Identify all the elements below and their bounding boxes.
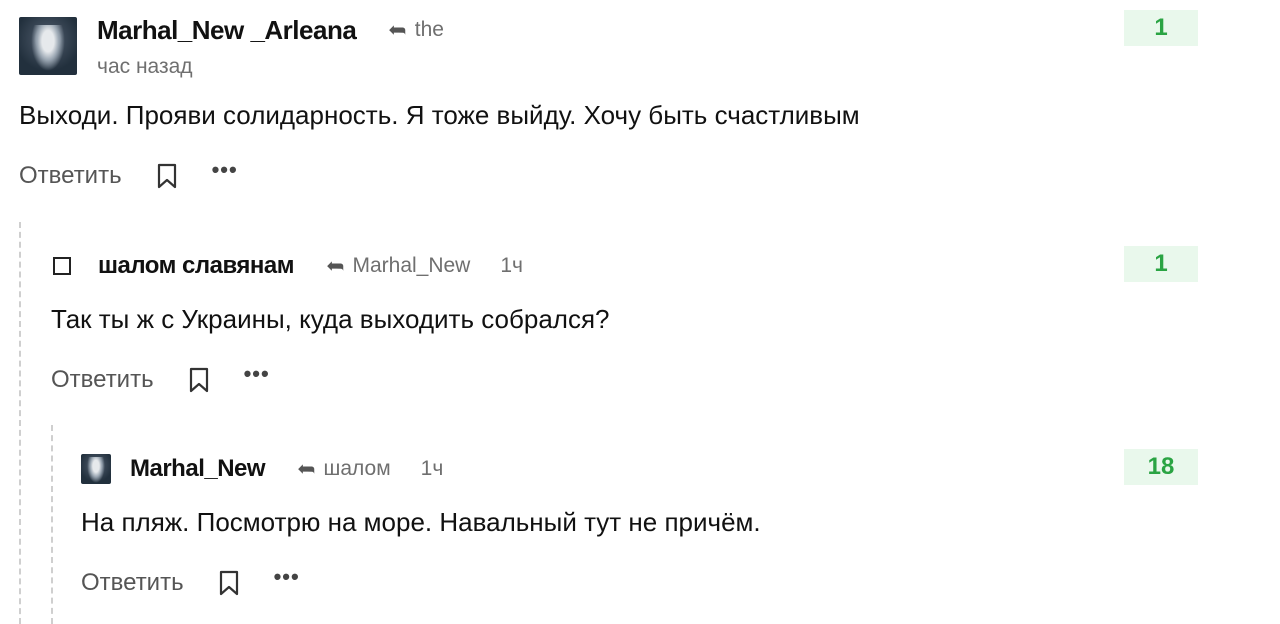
reply-to-name: Marhal_New	[352, 254, 471, 277]
comment-actions: Ответить •••	[19, 159, 238, 192]
username[interactable]: Marhal_New	[130, 455, 266, 483]
bookmark-icon[interactable]	[188, 367, 210, 393]
more-options-icon[interactable]: •••	[274, 566, 300, 588]
score-badge: 1	[1124, 246, 1198, 282]
reply-to[interactable]: ➦ the	[388, 17, 444, 42]
more-options-icon[interactable]: •••	[212, 159, 238, 181]
timestamp: час назад	[97, 55, 193, 78]
comment-text: Так ты ж с Украины, куда выходить собрал…	[51, 304, 610, 334]
reply-arrow-icon: ➦	[326, 253, 345, 278]
comment-text: На пляж. Посмотрю на море. Навальный тут…	[81, 507, 761, 537]
comment-actions: Ответить •••	[81, 566, 300, 599]
timestamp: 1ч	[420, 457, 444, 480]
avatar[interactable]	[19, 17, 77, 75]
reply-button[interactable]: Ответить	[51, 366, 154, 394]
reply-to[interactable]: ➦ шалом	[297, 456, 391, 481]
reply-button[interactable]: Ответить	[19, 162, 122, 190]
reply-to-name: шалом	[323, 457, 391, 480]
bookmark-icon[interactable]	[156, 163, 178, 189]
comment-text: Выходи. Прояви солидарность. Я тоже выйд…	[19, 100, 860, 130]
reply-to-name: the	[414, 18, 444, 41]
score-badge: 1	[1124, 10, 1198, 46]
comment-header: Marhal_New _Arleana ➦ the	[97, 12, 444, 48]
comment: шалом славянам ➦ Marhal_New 1ч 1 Так ты …	[0, 222, 1280, 412]
username[interactable]: Marhal_New _Arleana	[97, 15, 357, 46]
comment-header: шалом славянам ➦ Marhal_New 1ч	[53, 250, 523, 282]
avatar-placeholder-icon[interactable]	[53, 257, 71, 275]
comment-header: Marhal_New ➦ шалом 1ч	[81, 453, 443, 485]
comment: Marhal_New _Arleana ➦ the час назад 1 Вы…	[0, 0, 1280, 200]
comment: Marhal_New ➦ шалом 1ч 18 На пляж. Посмот…	[0, 425, 1280, 624]
more-options-icon[interactable]: •••	[244, 363, 270, 385]
avatar[interactable]	[81, 454, 111, 484]
comments-thread: Marhal_New _Arleana ➦ the час назад 1 Вы…	[0, 0, 1280, 624]
reply-arrow-icon: ➦	[297, 456, 316, 481]
timestamp: 1ч	[500, 254, 523, 277]
comment-actions: Ответить •••	[51, 363, 270, 396]
reply-button[interactable]: Ответить	[81, 569, 184, 597]
score-badge: 18	[1124, 449, 1198, 485]
reply-arrow-icon: ➦	[388, 17, 407, 42]
reply-to[interactable]: ➦ Marhal_New	[326, 253, 471, 278]
username[interactable]: шалом славянам	[98, 252, 295, 280]
bookmark-icon[interactable]	[218, 570, 240, 596]
